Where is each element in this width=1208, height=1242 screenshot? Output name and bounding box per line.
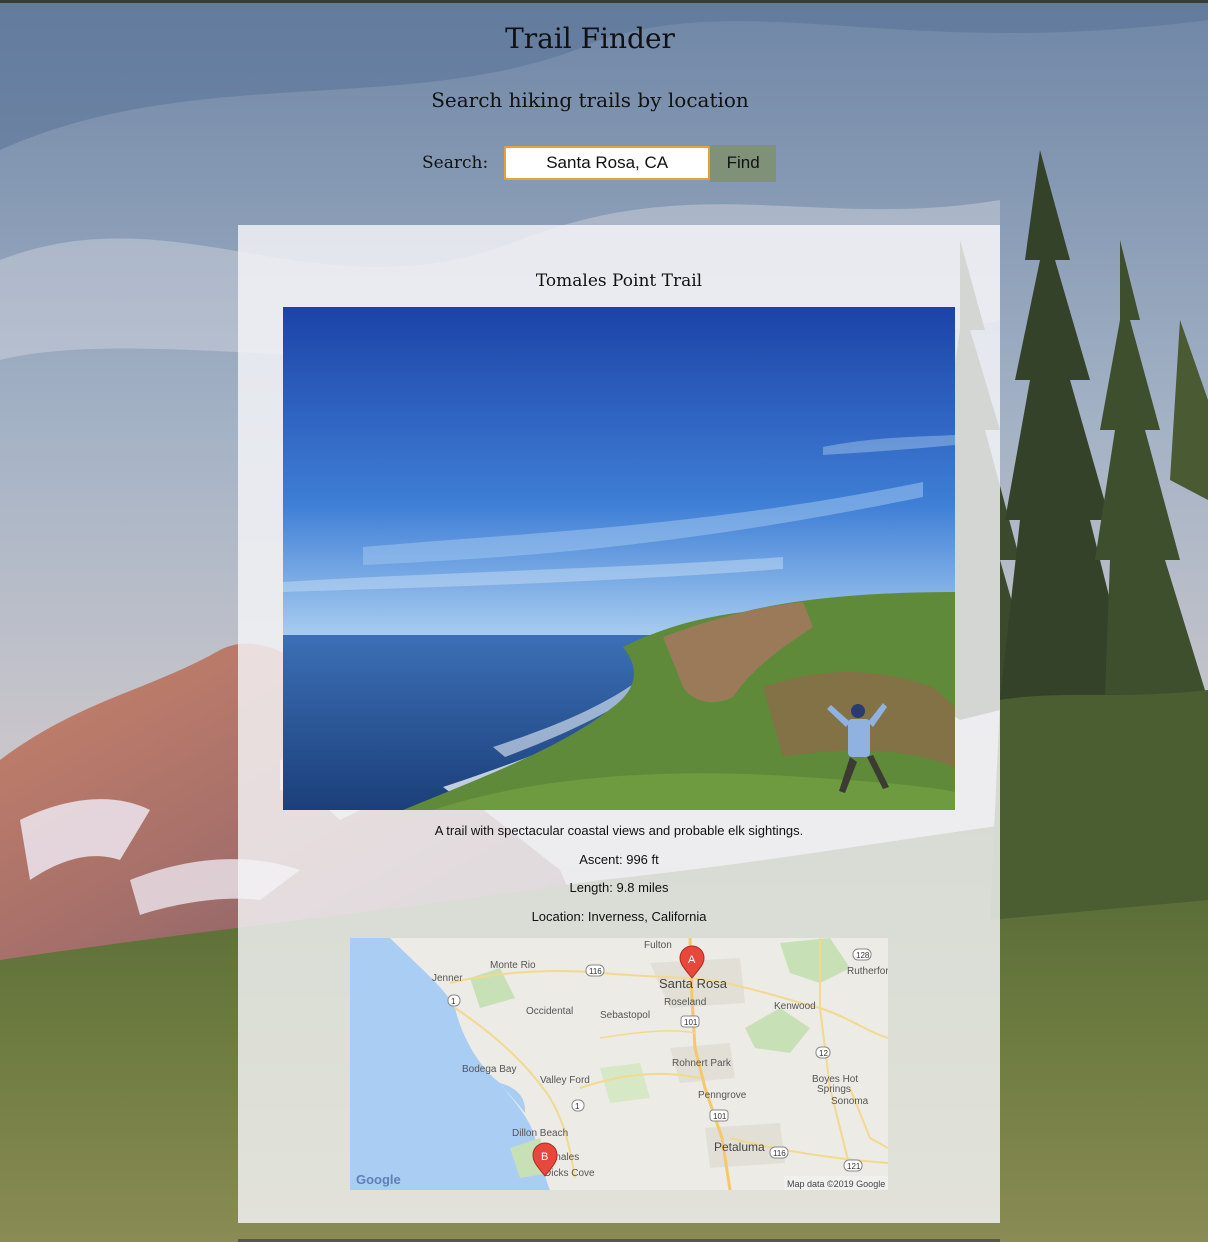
trail-result-card: Tomales Point Trail A trail with spectac… bbox=[238, 225, 1000, 1223]
trail-length: Length: 9.8 miles bbox=[569, 880, 669, 895]
svg-text:128: 128 bbox=[856, 951, 870, 960]
map-canvas[interactable]: Fulton Monte Rio Santa Rosa Rutherford J… bbox=[350, 938, 888, 1190]
svg-text:101: 101 bbox=[713, 1112, 727, 1121]
map-label: Sonoma bbox=[831, 1096, 869, 1107]
page-subtitle: Search hiking trails by location bbox=[431, 88, 749, 112]
map-label: Monte Rio bbox=[490, 960, 536, 971]
map-label: Rutherford bbox=[847, 966, 888, 977]
svg-text:116: 116 bbox=[589, 967, 602, 976]
highway-shield-icon: 1 bbox=[571, 1099, 585, 1112]
map-label: Dillon Beach bbox=[512, 1128, 568, 1139]
map-label: Roseland bbox=[664, 997, 706, 1008]
highway-shield-icon: 116 bbox=[769, 1146, 789, 1159]
find-button[interactable]: Find bbox=[710, 144, 777, 182]
search-input[interactable] bbox=[504, 146, 711, 180]
window-top-edge bbox=[0, 0, 1208, 3]
map-label: Sebastopol bbox=[600, 1010, 650, 1021]
map-label: Jenner bbox=[432, 973, 463, 984]
svg-text:116: 116 bbox=[773, 1149, 786, 1158]
map-label: Fulton bbox=[644, 940, 672, 951]
coastal-cliffs-photo bbox=[283, 307, 955, 810]
trail-name: Tomales Point Trail bbox=[535, 271, 703, 291]
map-label: Kenwood bbox=[774, 1001, 816, 1012]
search-bar: Search: Find bbox=[422, 144, 777, 182]
map-label: Penngrove bbox=[698, 1090, 747, 1101]
map-label: Rohnert Park bbox=[672, 1058, 732, 1069]
map-label: Springs bbox=[817, 1084, 851, 1095]
svg-text:12: 12 bbox=[819, 1049, 828, 1058]
svg-text:B: B bbox=[541, 1151, 548, 1163]
highway-shield-icon: 1 bbox=[447, 994, 461, 1007]
trail-photo bbox=[283, 307, 955, 810]
map-label: Bodega Bay bbox=[462, 1064, 517, 1075]
svg-text:101: 101 bbox=[684, 1018, 698, 1027]
trail-ascent: Ascent: 996 ft bbox=[579, 852, 659, 867]
map-label: Santa Rosa bbox=[659, 976, 728, 991]
svg-text:1: 1 bbox=[451, 997, 456, 1006]
highway-shield-icon: 101 bbox=[709, 1109, 729, 1122]
highway-shield-icon: 116 bbox=[585, 964, 605, 977]
search-label: Search: bbox=[422, 153, 489, 173]
svg-text:121: 121 bbox=[847, 1162, 861, 1171]
highway-shield-icon: 121 bbox=[843, 1159, 863, 1172]
google-logo: Google bbox=[356, 1172, 401, 1187]
svg-text:1: 1 bbox=[575, 1102, 580, 1111]
trail-location: Location: Inverness, California bbox=[531, 909, 707, 924]
map-label: Dicks Cove bbox=[544, 1168, 595, 1179]
highway-shield-icon: 101 bbox=[680, 1015, 700, 1028]
route-map[interactable]: Fulton Monte Rio Santa Rosa Rutherford J… bbox=[350, 938, 888, 1190]
page-title: Trail Finder bbox=[505, 22, 675, 55]
map-label: Petaluma bbox=[714, 1140, 765, 1154]
map-label: Occidental bbox=[526, 1006, 573, 1017]
highway-shield-icon: 12 bbox=[815, 1046, 831, 1059]
highway-shield-icon: 128 bbox=[852, 948, 872, 961]
trail-description: A trail with spectacular coastal views a… bbox=[434, 823, 804, 838]
map-label: Valley Ford bbox=[540, 1075, 590, 1086]
map-attribution[interactable]: Map data ©2019 Google bbox=[787, 1179, 885, 1189]
svg-text:A: A bbox=[688, 954, 696, 966]
